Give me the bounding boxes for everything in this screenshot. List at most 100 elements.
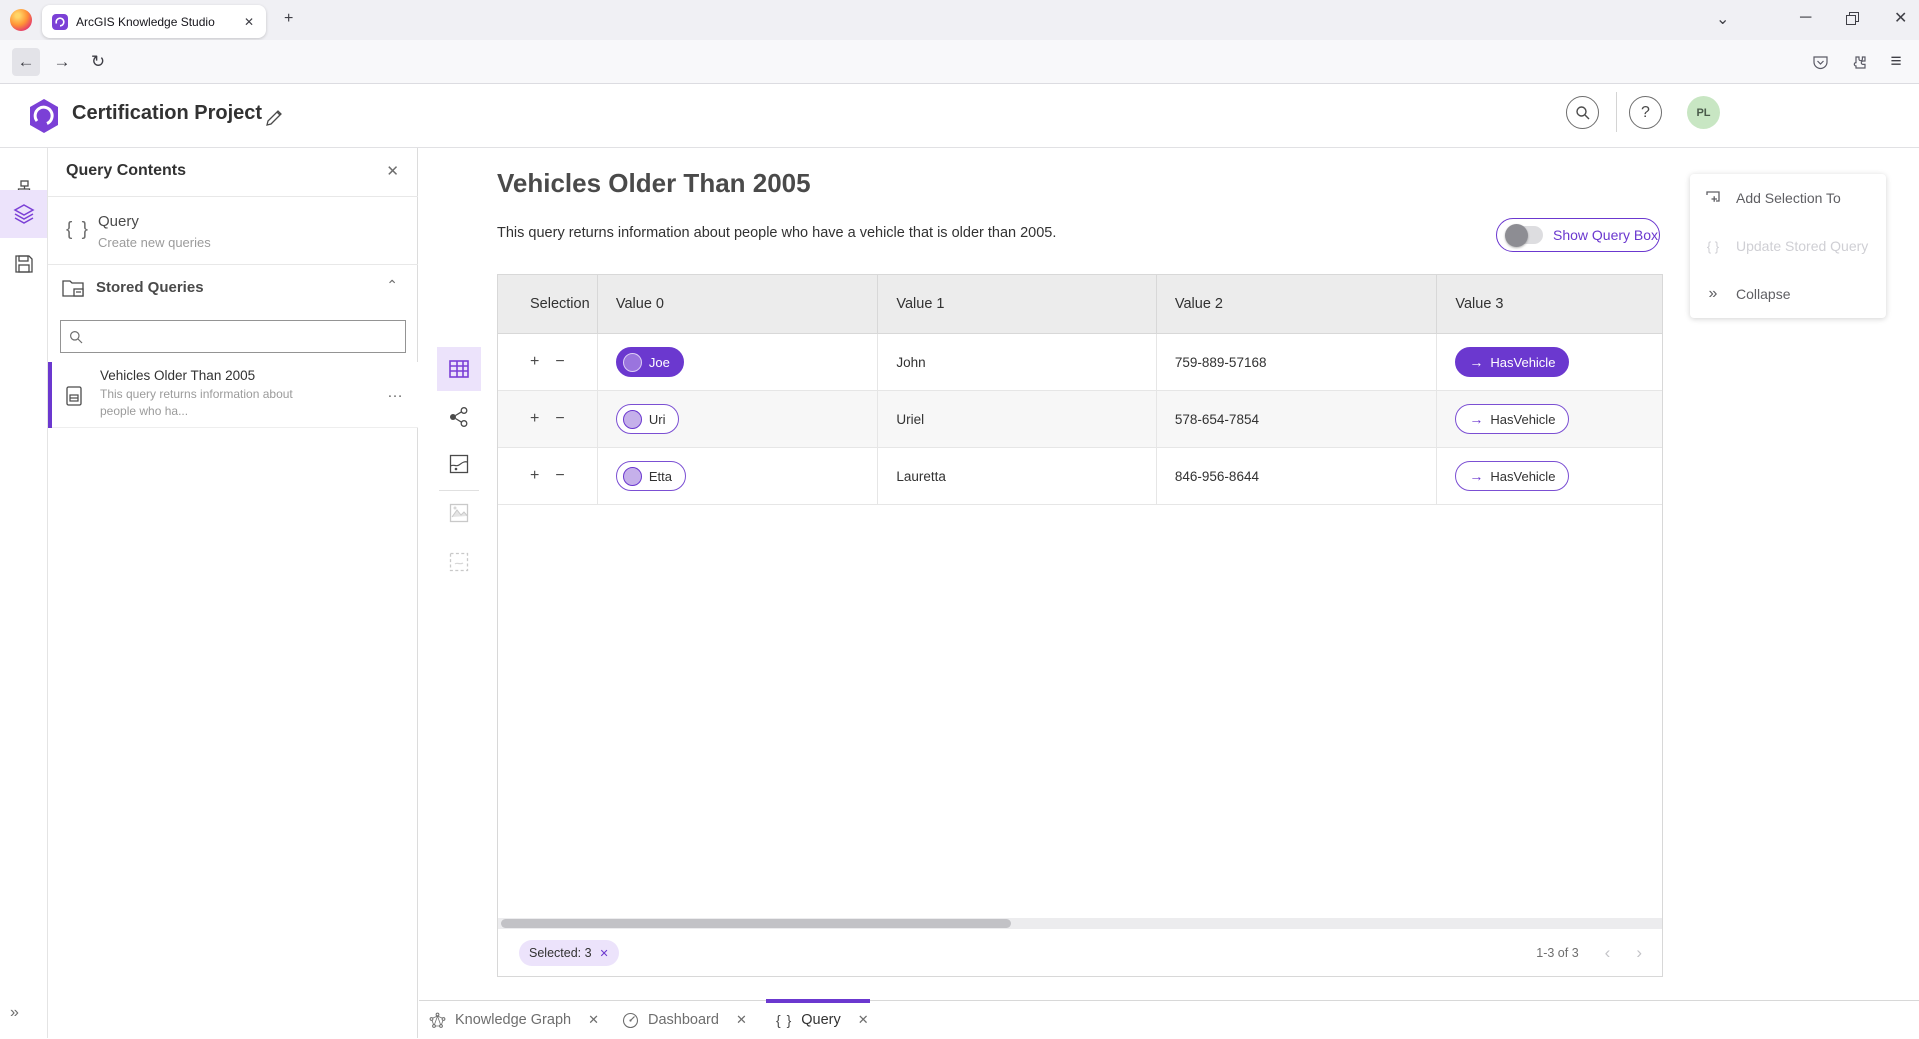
table-row: + − Uri Uriel 578-654-7854 → HasVehicle (498, 391, 1662, 448)
toggle-label: Show Query Box (1553, 227, 1658, 243)
scrollbar-thumb[interactable] (501, 919, 1011, 928)
column-header[interactable]: Value 2 (1157, 275, 1438, 333)
add-to-selection-button[interactable]: + (530, 354, 539, 370)
menu-item-label: Collapse (1736, 286, 1790, 302)
map-view-button[interactable] (437, 442, 481, 486)
menu-item-update-stored-query[interactable]: { } Update Stored Query (1690, 222, 1886, 270)
entity-pill[interactable]: Uri (616, 404, 680, 434)
relationship-label: HasVehicle (1490, 469, 1555, 484)
query-item-description: Create new queries (98, 235, 211, 250)
menu-item-collapse[interactable]: » Collapse (1690, 270, 1886, 318)
new-map-button[interactable] (437, 491, 481, 535)
save-icon[interactable] (0, 240, 47, 288)
close-tab-icon[interactable]: ✕ (588, 1012, 599, 1028)
chevron-up-icon[interactable]: ⌃ (386, 277, 398, 294)
stored-queries-header[interactable]: Stored Queries ⌃ (48, 265, 418, 311)
column-header[interactable]: Value 3 (1437, 275, 1662, 333)
window-restore-button[interactable] (1846, 12, 1859, 25)
tab-query[interactable]: { } Query ✕ (776, 1001, 869, 1039)
stored-query-description: people who ha... (100, 404, 188, 418)
column-header[interactable]: Value 1 (878, 275, 1157, 333)
reload-button[interactable]: ↻ (84, 48, 112, 76)
close-tab-icon[interactable]: ✕ (736, 1012, 747, 1028)
relationship-pill[interactable]: → HasVehicle (1455, 404, 1569, 434)
remove-from-selection-button[interactable]: − (555, 411, 564, 427)
window-minimize-button[interactable]: ─ (1800, 10, 1811, 26)
new-tab-button[interactable]: + (284, 11, 293, 27)
stored-query-title: Vehicles Older Than 2005 (100, 368, 255, 383)
close-tab-icon[interactable]: ✕ (858, 1012, 869, 1028)
menu-hamburger-icon[interactable]: ≡ (1882, 48, 1910, 76)
stored-queries-title: Stored Queries (96, 279, 204, 296)
tab-knowledge-graph[interactable]: Knowledge Graph ✕ (429, 1001, 599, 1039)
stored-queries-folder-icon (62, 277, 86, 299)
next-page-icon[interactable]: › (1636, 943, 1642, 963)
stored-query-description: This query returns information about (100, 387, 293, 401)
relationship-pill[interactable]: → HasVehicle (1455, 461, 1569, 491)
layers-panel-icon[interactable] (0, 190, 47, 238)
value-cell: 578-654-7854 (1157, 391, 1438, 447)
remove-from-selection-button[interactable]: − (555, 468, 564, 484)
menu-item-label: Add Selection To (1736, 190, 1841, 206)
stored-query-file-icon (64, 386, 84, 406)
item-options-ellipsis-icon[interactable]: … (387, 384, 404, 402)
double-chevron-right-icon: » (1704, 285, 1722, 303)
show-query-box-toggle[interactable]: Show Query Box (1496, 218, 1660, 252)
remove-from-selection-button[interactable]: − (555, 354, 564, 370)
clear-selection-icon[interactable]: ✕ (600, 947, 609, 960)
panel-title: Query Contents (66, 162, 186, 180)
back-button[interactable]: ← (12, 48, 40, 76)
search-icon (69, 330, 83, 344)
entity-pill[interactable]: Etta (616, 461, 686, 491)
add-to-selection-button[interactable]: + (530, 411, 539, 427)
edit-project-pencil-icon[interactable] (265, 109, 283, 127)
value-cell: Lauretta (878, 448, 1157, 504)
page-description: This query returns information about peo… (497, 225, 1056, 241)
pocket-icon[interactable] (1806, 48, 1834, 76)
selection-map-button[interactable] (437, 540, 481, 584)
entity-label: Uri (649, 412, 666, 427)
help-icon[interactable]: ? (1629, 96, 1662, 129)
stored-query-item[interactable]: Vehicles Older Than 2005 This query retu… (48, 362, 418, 428)
braces-icon: { } (66, 219, 90, 241)
toggle-track[interactable] (1507, 226, 1543, 244)
entity-pill[interactable]: Joe (616, 347, 684, 377)
forward-button[interactable]: → (48, 48, 76, 76)
add-to-selection-button[interactable]: + (530, 468, 539, 484)
new-query-item[interactable]: { } Query Create new queries (48, 197, 418, 264)
firefox-logo-icon[interactable] (10, 9, 32, 31)
stored-queries-search[interactable] (60, 320, 406, 353)
column-header[interactable]: Value 0 (598, 275, 879, 333)
window-close-button[interactable]: ✕ (1894, 11, 1907, 27)
table-footer: Selected: 3 ✕ 1-3 of 3 ‹ › (498, 929, 1662, 976)
context-menu: Add Selection To { } Update Stored Query… (1690, 174, 1886, 318)
selected-indicator (48, 362, 52, 428)
column-header[interactable]: Selection (498, 275, 598, 333)
tab-dashboard[interactable]: Dashboard ✕ (622, 1001, 747, 1039)
tab-close-icon[interactable]: ✕ (242, 15, 256, 29)
entity-label: Joe (649, 355, 670, 370)
list-tabs-icon[interactable]: ⌄ (1716, 12, 1729, 28)
horizontal-scrollbar[interactable] (498, 918, 1662, 929)
table-view-button[interactable] (437, 347, 481, 391)
expand-rail-icon[interactable]: » (10, 1004, 19, 1022)
menu-item-add-selection-to[interactable]: Add Selection To (1690, 174, 1886, 222)
panel-close-icon[interactable]: ✕ (386, 162, 399, 180)
table-row: + − Etta Lauretta 846-956-8644 → HasVehi… (498, 448, 1662, 505)
previous-page-icon[interactable]: ‹ (1605, 943, 1611, 963)
search-input[interactable] (89, 329, 397, 344)
extensions-puzzle-icon[interactable] (1844, 48, 1872, 76)
toggle-knob[interactable] (1505, 224, 1528, 247)
link-chart-view-button[interactable] (437, 395, 481, 439)
relationship-label: HasVehicle (1490, 355, 1555, 370)
avatar[interactable]: PL (1687, 96, 1720, 129)
selected-count-chip[interactable]: Selected: 3 ✕ (519, 940, 619, 966)
relationship-pill[interactable]: → HasVehicle (1455, 347, 1569, 377)
page-title: Vehicles Older Than 2005 (497, 168, 811, 199)
search-icon[interactable] (1566, 96, 1599, 129)
selected-count-label: Selected: 3 (529, 946, 592, 960)
value-cell: Uriel (878, 391, 1157, 447)
relationship-label: HasVehicle (1490, 412, 1555, 427)
browser-tab[interactable]: ArcGIS Knowledge Studio ✕ (42, 5, 266, 38)
tab-label: Dashboard (648, 1012, 719, 1028)
